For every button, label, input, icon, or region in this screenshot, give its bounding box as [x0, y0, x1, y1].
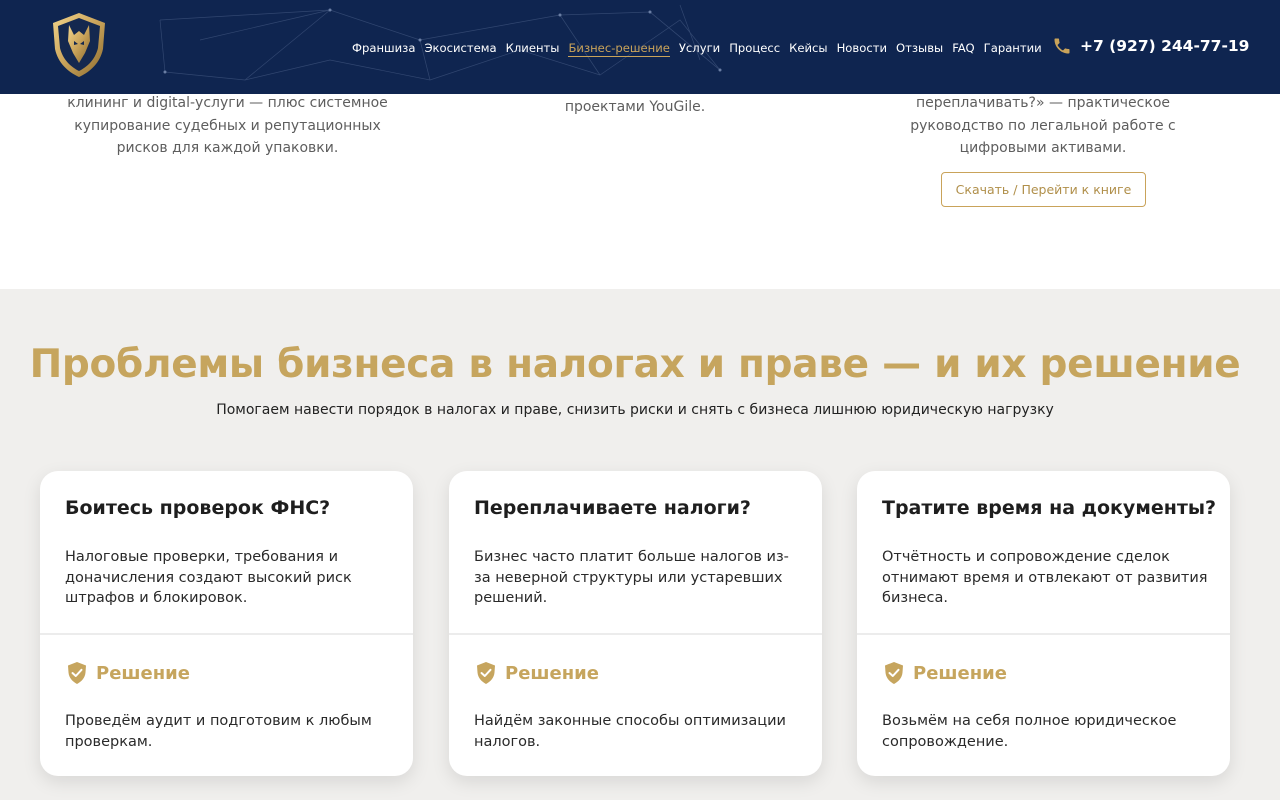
- site-header: Франшиза Экосистема Клиенты Бизнес-решен…: [0, 0, 1280, 94]
- shield-check-icon: [477, 662, 495, 684]
- section-title: Проблемы бизнеса в налогах и праве — и и…: [29, 342, 1241, 387]
- problem-card-documents: Тратите время на документы? Отчётность и…: [857, 471, 1230, 776]
- solution-heading: Решение: [475, 661, 599, 685]
- nav-news[interactable]: Новости: [837, 40, 887, 57]
- nav-services[interactable]: Услуги: [679, 40, 720, 57]
- card-problem-text: Бизнес часто платит больше налогов из-за…: [474, 549, 789, 606]
- solution-heading: Решение: [883, 661, 1007, 685]
- wolf-shield-logo[interactable]: [50, 11, 108, 79]
- card-divider: [449, 633, 822, 635]
- main-nav: Франшиза Экосистема Клиенты Бизнес-решен…: [352, 40, 1042, 57]
- solution-label: Решение: [505, 662, 599, 684]
- solution-label: Решение: [96, 662, 190, 684]
- card-title: Переплачиваете налоги?: [474, 497, 751, 519]
- phone-icon: [1054, 38, 1070, 54]
- nav-faq[interactable]: FAQ: [952, 40, 974, 57]
- problem-card-overpay: Переплачиваете налоги? Бизнес часто плат…: [449, 471, 822, 776]
- prev-card-text-2: проектами YouGile.: [564, 99, 706, 115]
- shield-check-icon: [68, 662, 86, 684]
- prev-card-text-3: переплачивать?» — практическое руководст…: [910, 95, 1176, 156]
- problem-card-fns: Боитесь проверок ФНС? Налоговые проверки…: [40, 471, 413, 776]
- card-solution-text: Найдём законные способы оптимизации нало…: [474, 713, 786, 750]
- card-divider: [40, 633, 413, 635]
- card-solution-text: Возьмём на себя полное юридическое сопро…: [882, 713, 1177, 750]
- nav-process[interactable]: Процесс: [729, 40, 780, 57]
- card-divider: [857, 633, 1230, 635]
- nav-cases[interactable]: Кейсы: [789, 40, 827, 57]
- section-subtitle: Помогаем навести порядок в налогах и пра…: [216, 402, 1054, 418]
- nav-reviews[interactable]: Отзывы: [896, 40, 943, 57]
- phone-number: +7 (927) 244-77-19: [1080, 37, 1250, 55]
- card-solution-text: Проведём аудит и подготовим к любым пров…: [65, 713, 372, 750]
- shield-check-icon: [885, 662, 903, 684]
- phone-link[interactable]: +7 (927) 244-77-19: [1052, 36, 1249, 56]
- card-title: Боитесь проверок ФНС?: [65, 497, 331, 519]
- nav-clients[interactable]: Клиенты: [506, 40, 560, 57]
- nav-guarantees[interactable]: Гарантии: [984, 40, 1042, 57]
- card-title: Тратите время на документы?: [882, 497, 1217, 519]
- nav-franchise[interactable]: Франшиза: [352, 40, 415, 57]
- card-problem-text: Налоговые проверки, требования и доначис…: [65, 549, 352, 606]
- download-book-button[interactable]: Скачать / Перейти к книге: [941, 172, 1146, 207]
- card-problem-text: Отчётность и сопровождение сделок отнима…: [882, 549, 1208, 606]
- nav-business-solution[interactable]: Бизнес-решение: [568, 40, 670, 57]
- prev-card-text-1: клининг и digital-услуги — плюс системно…: [67, 95, 388, 156]
- nav-ecosystem[interactable]: Экосистема: [424, 40, 496, 57]
- solution-heading: Решение: [66, 661, 190, 685]
- solution-label: Решение: [913, 662, 1007, 684]
